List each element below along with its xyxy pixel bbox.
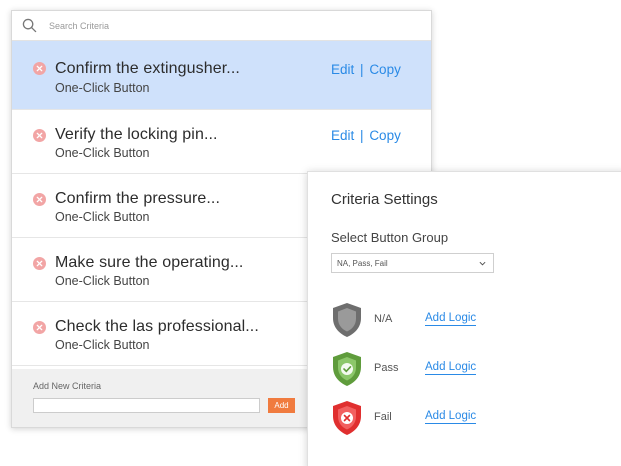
criteria-item[interactable]: Confirm the extingusher... One-Click But… <box>12 41 431 110</box>
criteria-type: One-Click Button <box>55 146 150 160</box>
edit-link[interactable]: Edit <box>331 128 354 143</box>
option-name: Pass <box>374 362 399 374</box>
add-logic-link[interactable]: Add Logic <box>425 312 477 326</box>
edit-link[interactable]: Edit <box>331 62 354 77</box>
criteria-settings-panel: Criteria Settings Select Button Group NA… <box>307 171 621 466</box>
delete-icon[interactable] <box>33 62 46 75</box>
delete-icon[interactable] <box>33 193 46 206</box>
shield-check-icon <box>333 352 361 386</box>
copy-link[interactable]: Copy <box>369 128 401 143</box>
new-criteria-input[interactable] <box>33 398 260 413</box>
criteria-item[interactable]: Verify the locking pin... One-Click Butt… <box>12 110 431 174</box>
criteria-type: One-Click Button <box>55 210 150 224</box>
criteria-title: Check the las professional... <box>55 318 259 335</box>
separator: | <box>360 128 364 143</box>
criteria-actions: Edit | Copy <box>331 62 401 77</box>
add-criteria-label: Add New Criteria <box>33 381 102 391</box>
criteria-type: One-Click Button <box>55 81 150 95</box>
criteria-type: One-Click Button <box>55 274 150 288</box>
option-row-pass: Pass Add Logic <box>331 351 531 387</box>
criteria-title: Confirm the extingusher... <box>55 60 240 77</box>
button-group-value: NA, Pass, Fail <box>337 258 388 268</box>
search-bar <box>12 11 431 41</box>
shield-neutral-icon <box>333 303 361 337</box>
add-logic-link[interactable]: Add Logic <box>425 361 477 375</box>
separator: | <box>360 62 364 77</box>
criteria-title: Verify the locking pin... <box>55 126 218 143</box>
shield-x-icon <box>333 401 361 435</box>
search-icon <box>22 18 37 33</box>
criteria-actions: Edit | Copy <box>331 128 401 143</box>
option-name: N/A <box>374 313 393 325</box>
button-group-select[interactable]: NA, Pass, Fail <box>331 253 494 273</box>
delete-icon[interactable] <box>33 321 46 334</box>
criteria-title: Make sure the operating... <box>55 254 244 271</box>
settings-title: Criteria Settings <box>331 191 438 208</box>
delete-icon[interactable] <box>33 129 46 142</box>
button-group-label: Select Button Group <box>331 230 449 245</box>
chevron-down-icon <box>479 261 486 266</box>
add-button[interactable]: Add <box>268 398 295 413</box>
option-name: Fail <box>374 411 392 423</box>
delete-icon[interactable] <box>33 257 46 270</box>
search-input[interactable] <box>49 20 409 31</box>
add-logic-link[interactable]: Add Logic <box>425 410 477 424</box>
criteria-type: One-Click Button <box>55 338 150 352</box>
copy-link[interactable]: Copy <box>369 62 401 77</box>
option-row-na: N/A Add Logic <box>331 302 531 338</box>
criteria-title: Confirm the pressure... <box>55 190 221 207</box>
option-row-fail: Fail Add Logic <box>331 400 531 436</box>
